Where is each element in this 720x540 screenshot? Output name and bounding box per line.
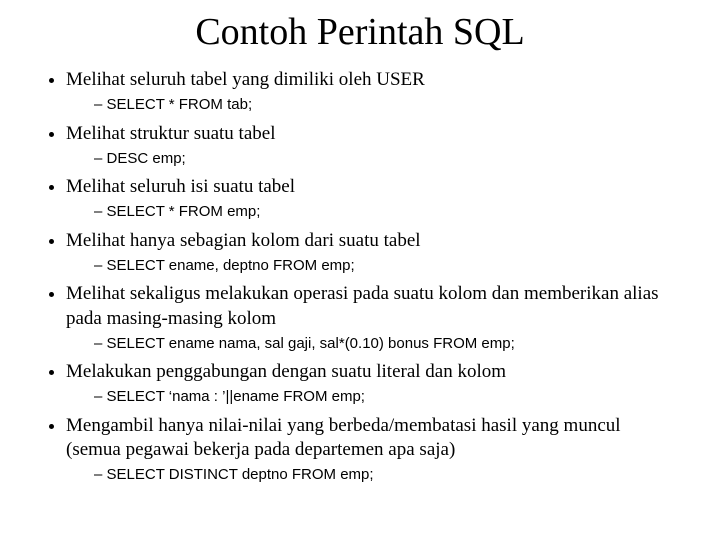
item-text: Mengambil hanya nilai-nilai yang berbeda… [66,415,621,460]
sub-list: SELECT ename, deptno FROM emp; [66,256,680,276]
page-title: Contoh Perintah SQL [40,10,680,54]
code-line: SELECT ‘nama : ’||ename FROM emp; [94,387,680,407]
code-line: SELECT * FROM tab; [94,95,680,115]
sub-list: SELECT ename nama, sal gaji, sal*(0.10) … [66,334,680,354]
item-text: Melihat hanya sebagian kolom dari suatu … [66,230,421,251]
code-line: SELECT ename nama, sal gaji, sal*(0.10) … [94,334,680,354]
item-text: Melihat sekaligus melakukan operasi pada… [66,283,659,328]
code-line: SELECT ename, deptno FROM emp; [94,256,680,276]
item-text: Melihat seluruh isi suatu tabel [66,176,295,197]
list-item: Melihat hanya sebagian kolom dari suatu … [66,229,680,277]
list-item: Melakukan penggabungan dengan suatu lite… [66,360,680,408]
list-item: Melihat struktur suatu tabel DESC emp; [66,122,680,170]
sub-list: DESC emp; [66,149,680,169]
sub-list: SELECT DISTINCT deptno FROM emp; [66,465,680,485]
sub-list: SELECT * FROM tab; [66,95,680,115]
list-item: Mengambil hanya nilai-nilai yang berbeda… [66,414,680,486]
code-line: DESC emp; [94,149,680,169]
code-line: SELECT * FROM emp; [94,202,680,222]
list-item: Melihat sekaligus melakukan operasi pada… [66,282,680,354]
sub-list: SELECT * FROM emp; [66,202,680,222]
list-item: Melihat seluruh isi suatu tabel SELECT *… [66,175,680,223]
bullet-list: Melihat seluruh tabel yang dimiliki oleh… [40,68,680,486]
list-item: Melihat seluruh tabel yang dimiliki oleh… [66,68,680,116]
slide: Contoh Perintah SQL Melihat seluruh tabe… [0,0,720,540]
item-text: Melihat seluruh tabel yang dimiliki oleh… [66,69,425,90]
item-text: Melihat struktur suatu tabel [66,123,275,144]
item-text: Melakukan penggabungan dengan suatu lite… [66,361,506,382]
code-line: SELECT DISTINCT deptno FROM emp; [94,465,680,485]
sub-list: SELECT ‘nama : ’||ename FROM emp; [66,387,680,407]
